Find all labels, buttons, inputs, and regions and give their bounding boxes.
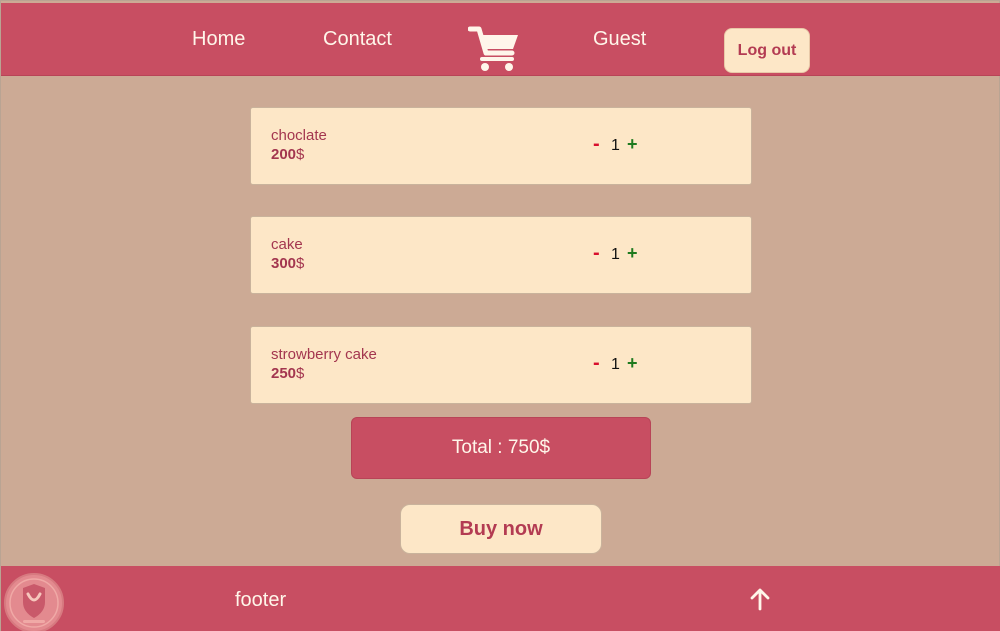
cart-item: strowberry cake 250$ - 1 + [250, 326, 752, 404]
shopping-cart-icon[interactable] [467, 25, 520, 73]
item-price: 250$ [271, 365, 304, 383]
item-quantity: 1 [611, 356, 620, 373]
item-name: choclate [271, 127, 327, 144]
item-price-amount: 300 [271, 255, 297, 272]
cart-total: Total : 750$ [351, 417, 651, 479]
arrow-up-icon[interactable] [749, 586, 771, 612]
item-name: strowberry cake [271, 346, 377, 363]
item-quantity: 1 [611, 246, 620, 263]
item-price-currency: $ [296, 365, 305, 382]
cart-item: choclate 200$ - 1 + [250, 107, 752, 185]
item-price-amount: 200 [271, 146, 297, 163]
cart-item: cake 300$ - 1 + [250, 216, 752, 294]
decrease-quantity-button[interactable]: - [593, 351, 600, 375]
item-price-currency: $ [296, 146, 305, 163]
shield-logo-icon [3, 572, 65, 631]
nav-contact-link[interactable]: Contact [323, 27, 392, 51]
item-name: cake [271, 236, 303, 253]
item-price: 300$ [271, 255, 304, 273]
nav-home-link[interactable]: Home [192, 27, 245, 51]
item-price-amount: 250 [271, 365, 297, 382]
item-price-currency: $ [296, 255, 305, 272]
item-price: 200$ [271, 146, 304, 164]
navbar: Home Contact Guest Log out [1, 3, 1000, 76]
nav-guest-label: Guest [593, 28, 647, 50]
decrease-quantity-button[interactable]: - [593, 241, 600, 265]
item-quantity: 1 [611, 137, 620, 154]
buy-now-button[interactable]: Buy now [400, 504, 602, 554]
footer: footer [1, 566, 1000, 631]
increase-quantity-button[interactable]: + [627, 242, 638, 264]
decrease-quantity-button[interactable]: - [593, 132, 600, 156]
increase-quantity-button[interactable]: + [627, 352, 638, 374]
increase-quantity-button[interactable]: + [627, 133, 638, 155]
footer-text: footer [235, 589, 287, 611]
logout-button[interactable]: Log out [724, 28, 810, 73]
